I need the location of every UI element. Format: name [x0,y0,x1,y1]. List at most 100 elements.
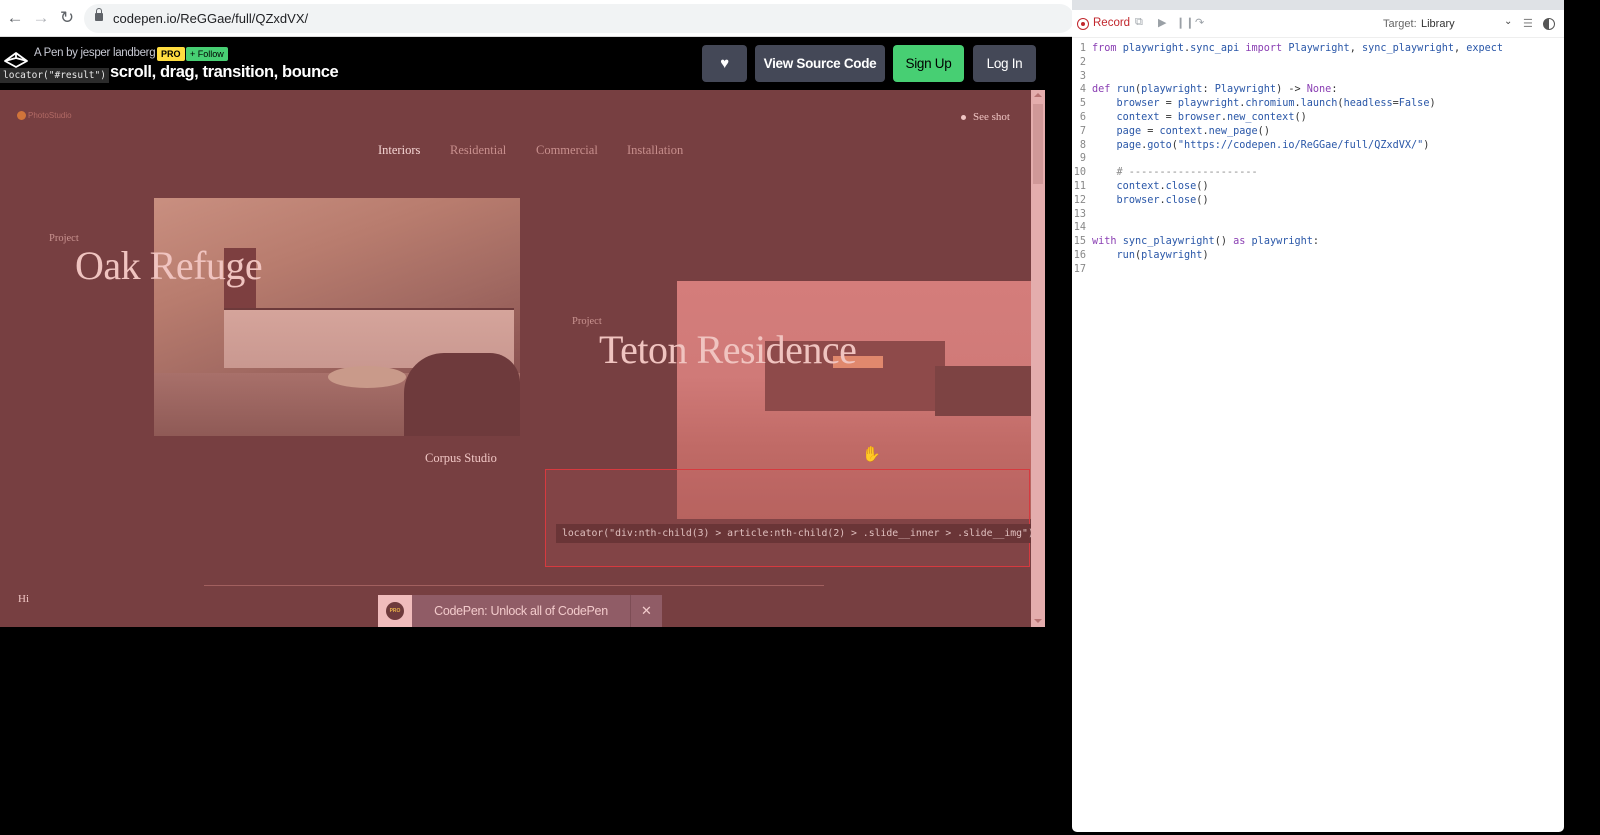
table-shape [328,366,406,388]
line-number: 14 [1073,222,1086,234]
pause-icon[interactable]: ❙❙ [1176,16,1194,29]
house-wing-shape [935,366,1031,416]
promo-icon-wrap: PRO [378,595,412,627]
code-text: context.close() [1116,180,1209,192]
code-text: browser.close() [1116,194,1209,206]
clear-icon[interactable]: ☰ [1523,17,1533,30]
forward-arrow-icon[interactable]: → [31,8,51,28]
code-line: 2 [1072,56,1564,70]
promo-banner[interactable]: PRO CodePen: Unlock all of CodePen ✕ [378,595,662,627]
close-icon[interactable]: ✕ [630,595,662,627]
code-editor[interactable]: 1 from playwright.sync_api import Playwri… [1072,42,1564,277]
line-number: 1 [1079,43,1086,54]
element-highlight [545,469,1030,567]
dot-icon [961,114,966,120]
category-residential[interactable]: Residential [450,143,506,158]
line-number: 12 [1073,194,1086,206]
reload-icon[interactable]: ↻ [57,8,77,28]
category-interiors[interactable]: Interiors [378,143,420,158]
line-number: 15 [1073,236,1086,248]
resume-icon[interactable]: ▶ [1158,16,1166,29]
line-number: 2 [1079,56,1086,68]
step-over-icon[interactable]: ↷ [1195,16,1204,29]
see-shot-link[interactable]: See shot [961,111,1010,123]
project-label: Project [572,316,602,327]
inspector-toolbar: Record ⧉ ▶ ❙❙ ↷ Target: Library ⌄ ☰ [1072,10,1564,38]
heart-button[interactable]: ♥ [702,45,747,82]
code-text: def run(playwright: Playwright) -> None: [1092,84,1338,96]
line-number: 5 [1079,98,1086,110]
copy-icon[interactable]: ⧉ [1135,16,1143,29]
line-number: 7 [1079,125,1086,137]
record-button[interactable]: Record [1093,17,1130,29]
scroll-thumb[interactable] [1033,104,1043,184]
line-number: 4 [1079,84,1086,96]
project-title[interactable]: Teton Residence [599,326,857,373]
code-text: run(playwright) [1116,249,1209,261]
see-shot-label: See shot [973,111,1010,123]
theme-toggle-icon[interactable] [1543,18,1555,30]
record-icon[interactable] [1077,18,1089,30]
code-line: 13 [1072,208,1564,222]
line-number: 6 [1079,111,1086,123]
follow-button[interactable]: + Follow [186,47,228,61]
code-text: context = browser.new_context() [1116,111,1307,123]
code-line: 14 [1072,221,1564,235]
code-line: 1 from playwright.sync_api import Playwri… [1072,42,1564,56]
hand-cursor-icon: ✋ [862,446,881,463]
desktop-background [1564,0,1600,835]
category-commercial[interactable]: Commercial [536,143,598,158]
pen-title: scroll, drag, transition, bounce [110,63,339,81]
pro-badge: PRO [157,47,185,61]
slide-image-oak-refuge[interactable] [154,198,520,436]
promo-text[interactable]: CodePen: Unlock all of CodePen [412,595,630,627]
target-label: Target: [1383,18,1417,30]
code-line: 16 run(playwright) [1072,249,1564,263]
view-source-button[interactable]: View Source Code [755,45,885,82]
heart-icon: ♥ [720,55,729,72]
lock-icon [95,8,103,21]
code-line: 4 def run(playwright: Playwright) -> None… [1072,83,1564,97]
photostudio-logo-icon [17,111,26,121]
chair-shape [404,353,520,436]
pen-author[interactable]: A Pen by jesper landberg [34,47,156,59]
code-line: 17 [1072,263,1564,277]
code-line: 3 [1072,70,1564,84]
playwright-inspector: Record ⧉ ▶ ❙❙ ↷ Target: Library ⌄ ☰ 1 fro… [1072,0,1564,832]
result-frame[interactable]: PhotoStudio See shot Interiors Residenti… [0,90,1031,627]
log-in-button[interactable]: Log In [973,45,1036,82]
code-text: # --------------------- [1092,167,1258,179]
codepen-logo-icon[interactable] [3,50,29,68]
code-text: page = context.new_page() [1116,125,1270,137]
project-title[interactable]: Oak Refuge [75,242,263,289]
address-bar[interactable]: codepen.io/ReGGae/full/QZxdVX/ [84,4,1074,33]
result-scrollbar[interactable] [1031,90,1045,627]
code-text: from playwright.sync_api import Playwrig… [1092,43,1504,54]
code-line: 9 [1072,152,1564,166]
url-text[interactable]: codepen.io/ReGGae/full/QZxdVX/ [113,11,308,26]
code-text: browser = playwright.chromium.launch(hea… [1116,98,1436,110]
code-text: with sync_playwright() as playwright: [1092,236,1320,248]
code-line: 6 context = browser.new_context() [1072,111,1564,125]
codepen-header: A Pen by jesper landberg PRO + Follow sc… [0,38,1045,90]
chevron-down-icon[interactable]: ⌄ [1504,16,1512,27]
line-number: 13 [1073,208,1086,220]
category-installation[interactable]: Installation [627,143,683,158]
scroll-down-arrow-icon[interactable] [1034,619,1042,623]
sign-up-button[interactable]: Sign Up [893,45,964,82]
target-select[interactable]: Library [1421,18,1455,30]
scroll-up-arrow-icon[interactable] [1034,93,1042,97]
photostudio-logo-text: PhotoStudio [28,111,72,120]
back-arrow-icon[interactable]: ← [5,8,25,28]
code-line: 11 context.close() [1072,180,1564,194]
inspector-titlebar[interactable] [1072,0,1564,10]
browser-toolbar: ← → ↻ codepen.io/ReGGae/full/QZxdVX/ [0,0,1074,37]
line-number: 9 [1079,153,1086,165]
line-number: 10 [1073,167,1086,179]
screen: ← → ↻ codepen.io/ReGGae/full/QZxdVX/ A P… [0,0,1600,835]
pro-icon: PRO [386,602,404,620]
line-number: 8 [1079,139,1086,151]
line-number: 17 [1073,263,1086,275]
code-line: 8 page.goto("https://codepen.io/ReGGae/f… [1072,139,1564,153]
photostudio-logo[interactable]: PhotoStudio [17,111,72,121]
